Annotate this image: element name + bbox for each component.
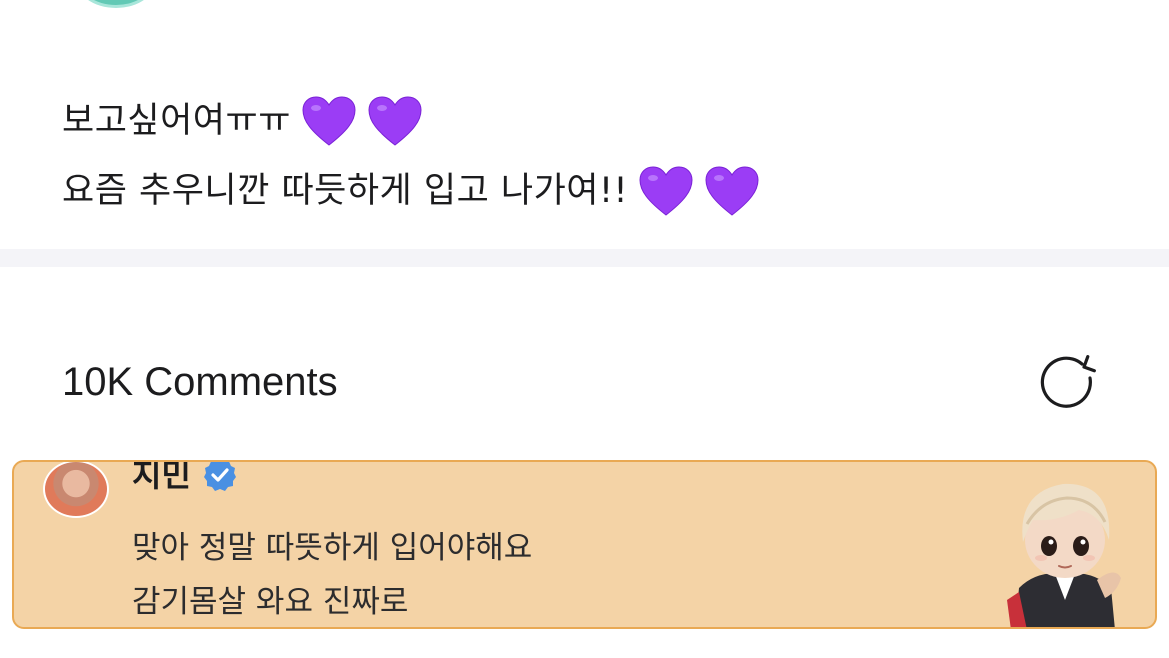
post-line-text: 요즘 추우니깐 따듯하게 입고 나가여!!	[62, 171, 629, 211]
refresh-icon	[1040, 355, 1096, 408]
post-line-2: 요즘 추우니깐 따듯하게 입고 나가여!!	[62, 156, 760, 226]
purple-heart-icon	[367, 95, 423, 147]
verified-badge-icon	[203, 462, 237, 492]
comment-author[interactable]: 지민	[132, 460, 237, 496]
comment-line: 맞아 정말 따뜻하게 입어야해요	[132, 530, 533, 566]
section-divider	[0, 249, 1169, 267]
comments-count-header: 10K Comments	[62, 360, 338, 404]
post-line-text: 보고싶어여ㅠㅠ	[62, 101, 291, 141]
comment-line: 감기몸살 와요 진짜로	[132, 584, 409, 620]
post-page: 보고싶어여ㅠㅠ 요즘 추우니깐 따듯하게 입고 나가여!! 10K Commen…	[0, 0, 1169, 658]
comment-author-avatar[interactable]	[43, 462, 109, 518]
post-body: 보고싶어여ㅠㅠ 요즘 추우니깐 따듯하게 입고 나가여!!	[62, 86, 760, 226]
post-author-avatar[interactable]	[75, 0, 157, 8]
post-line-1: 보고싶어여ㅠㅠ	[62, 86, 760, 156]
purple-heart-icon	[301, 95, 357, 147]
purple-heart-icon	[704, 165, 760, 217]
character-sticker-icon	[997, 470, 1133, 627]
comment-text: 맞아 정말 따뜻하게 입어야해요 감기몸살 와요 진짜로	[132, 521, 533, 627]
refresh-button[interactable]	[1038, 354, 1098, 410]
purple-heart-icon	[638, 165, 694, 217]
highlighted-comment[interactable]: 지민 맞아 정말 따뜻하게 입어야해요 감기몸살 와요 진짜로	[12, 460, 1157, 629]
comment-author-name: 지민	[132, 460, 191, 494]
